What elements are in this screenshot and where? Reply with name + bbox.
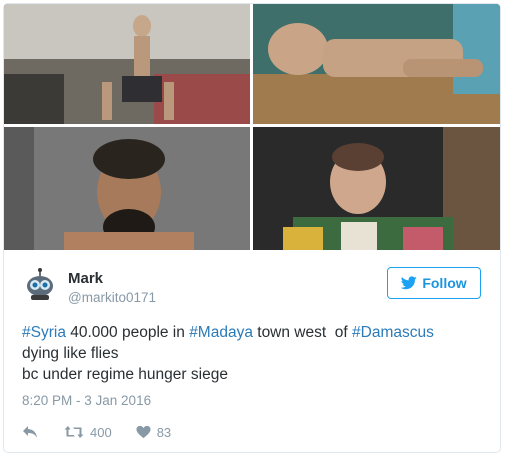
author-handle[interactable]: @markito0171 [68, 290, 156, 305]
tweet-line-1: #Syria 40.000 people in #Madaya town wes… [22, 322, 482, 343]
tweet-text-segment: town west of [252, 324, 353, 341]
twitter-bird-icon [401, 276, 418, 290]
photo-2[interactable] [253, 4, 500, 124]
retweet-button[interactable]: 400 [64, 425, 112, 440]
retweet-icon [64, 426, 84, 438]
tweet-timestamp[interactable]: 8:20 PM - 3 Jan 2016 [22, 393, 151, 408]
follow-button-label: Follow [422, 275, 467, 291]
avatar[interactable] [22, 267, 58, 303]
tweet-line-2: dying like flies [22, 345, 119, 362]
photo-icon [4, 4, 250, 124]
photo-icon [253, 127, 500, 250]
tweet-text-segment: 40.000 people in [65, 324, 190, 341]
tweet-text: #Syria 40.000 people in #Madaya town wes… [22, 322, 482, 385]
hashtag-madaya[interactable]: #Madaya [189, 324, 253, 341]
photo-1[interactable] [4, 4, 250, 124]
retweet-count: 400 [90, 424, 112, 440]
robot-avatar-icon [22, 267, 58, 303]
hashtag-syria[interactable]: #Syria [22, 324, 66, 341]
hashtag-damascus[interactable]: #Damascus [352, 324, 434, 341]
follow-button[interactable]: Follow [387, 267, 481, 299]
photo-icon [4, 127, 250, 250]
tweet-card: Mark @markito0171 Follow #Syria 40.000 p… [3, 3, 501, 453]
photo-3[interactable] [4, 127, 250, 250]
photo-4[interactable] [253, 127, 500, 250]
photo-icon [253, 4, 500, 124]
like-button[interactable]: 83 [136, 425, 171, 440]
author-name[interactable]: Mark [68, 270, 103, 287]
tweet-actions: 400 83 [22, 422, 171, 442]
reply-button[interactable] [22, 425, 38, 439]
media-grid [4, 4, 500, 250]
like-count: 83 [156, 424, 172, 440]
tweet-line-3: bc under regime hunger siege [22, 366, 228, 383]
reply-icon [23, 426, 37, 438]
heart-icon [136, 425, 151, 439]
